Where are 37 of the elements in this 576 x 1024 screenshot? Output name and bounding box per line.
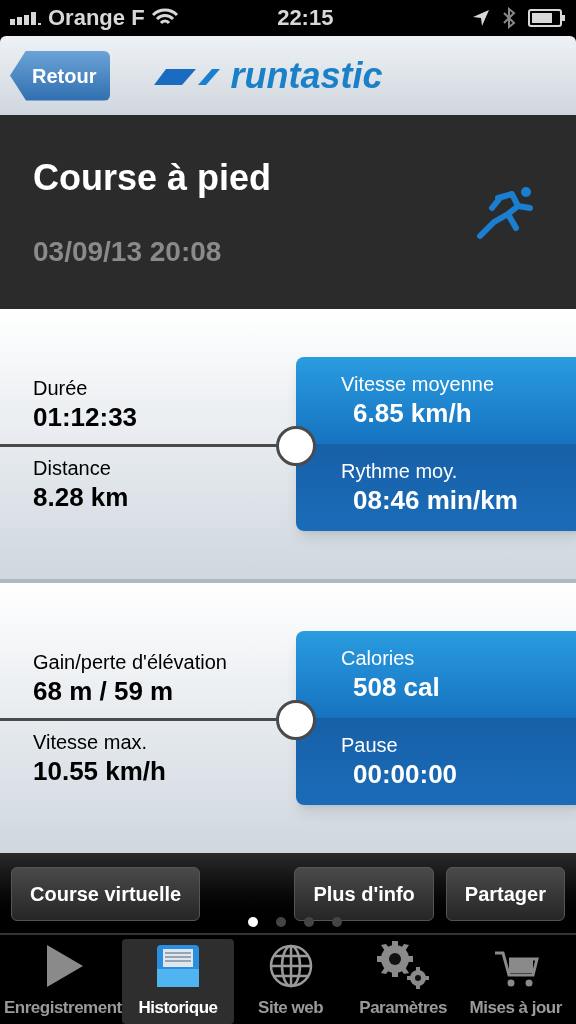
globe-icon <box>267 942 314 989</box>
bluetooth-icon <box>502 6 516 29</box>
action-button[interactable]: Course virtuelle <box>11 866 201 921</box>
stat-value: 10.55 km/h <box>33 754 167 787</box>
stat-label: Gain/perte d'élévation <box>33 649 228 675</box>
tab-item[interactable]: Paramètres <box>346 938 460 1024</box>
tab-item[interactable]: Historique <box>121 938 235 1024</box>
back-button[interactable]: Retour <box>10 50 111 101</box>
stat-value: 6.85 km/h <box>352 397 473 430</box>
activity-title: Course à pied <box>33 156 272 201</box>
carrier-name: Orange F <box>48 4 145 33</box>
tab-item[interactable]: Site web <box>234 938 347 1024</box>
stat-label: Rythme moy. <box>341 459 459 485</box>
location-icon <box>472 8 490 27</box>
stat-label: Durée <box>33 375 89 401</box>
action-button[interactable]: Partager <box>445 866 565 921</box>
stat-value: 01:12:33 <box>33 400 139 433</box>
stat-value: 68 m / 59 m <box>33 674 175 707</box>
stat-label: Vitesse moyenne <box>341 372 496 398</box>
stat-label: Calories <box>341 646 416 672</box>
stat-value: 508 cal <box>352 671 441 704</box>
signal-icon <box>10 10 42 25</box>
tab-item[interactable]: Enregistrement <box>4 938 122 1024</box>
logo: runtastic <box>230 57 383 94</box>
stat-label: Pause <box>341 733 399 759</box>
tab-item[interactable]: Mises à jour <box>459 938 572 1024</box>
battery-icon <box>528 8 566 27</box>
runner-icon <box>476 184 536 241</box>
stat-value: 00:00:00 <box>352 758 459 791</box>
stat-value: 8.28 km <box>33 480 130 513</box>
inbox-tray-icon <box>155 942 201 989</box>
activity-date: 03/09/13 20:08 <box>33 235 223 270</box>
stat-label: Vitesse max. <box>33 729 149 755</box>
clock: 22:15 <box>277 4 334 33</box>
stat-label: Distance <box>33 455 112 481</box>
stat-value: 08:46 min/km <box>352 484 519 517</box>
action-button[interactable]: Plus d'info <box>294 866 434 921</box>
